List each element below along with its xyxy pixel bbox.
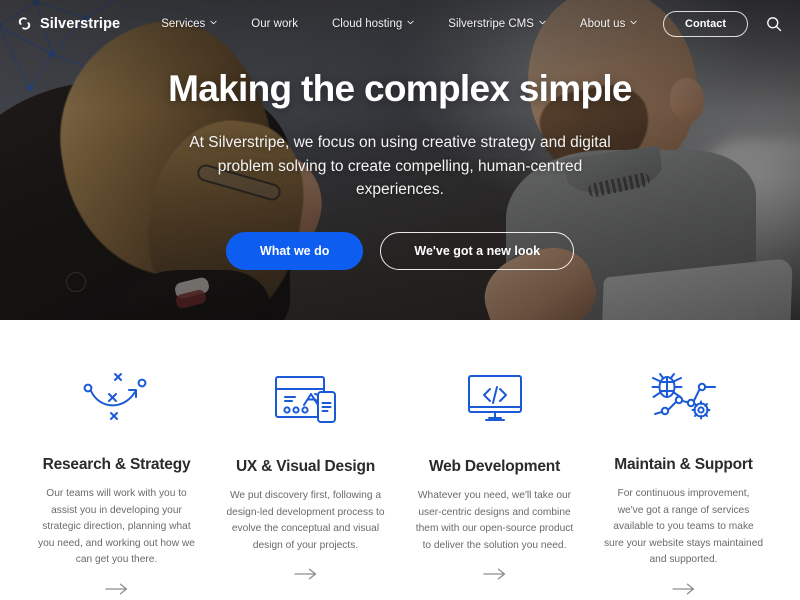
feature-card-ux-visual-design[interactable]: UX & Visual Design We put discovery firs… bbox=[211, 368, 400, 600]
arrow-right-icon bbox=[293, 568, 316, 580]
nav-item-label: Silverstripe CMS bbox=[448, 17, 534, 30]
nav-item-cloud-hosting[interactable]: Cloud hosting bbox=[315, 18, 431, 30]
bug-network-gear-icon bbox=[651, 373, 716, 420]
card-body: For continuous improvement, we've got a … bbox=[603, 488, 764, 566]
main-navigation: Silverstripe Services Our work Cloud hos… bbox=[0, 0, 800, 47]
card-arrow-link[interactable] bbox=[293, 567, 318, 585]
chevron-down-icon bbox=[407, 19, 414, 26]
browser-mobile-design-icon bbox=[274, 376, 336, 423]
what-we-do-button[interactable]: What we do bbox=[225, 232, 364, 271]
card-body: Our teams will work with you to assist y… bbox=[38, 488, 195, 566]
arrow-right-icon bbox=[104, 583, 127, 595]
chevron-down-icon bbox=[630, 19, 637, 26]
silverstripe-logo-icon bbox=[18, 17, 31, 30]
card-body: We put discovery first, following a desi… bbox=[226, 490, 385, 551]
card-title: Maintain & Support bbox=[614, 456, 753, 474]
card-icon-wrap bbox=[80, 368, 154, 428]
chevron-down-icon bbox=[539, 19, 546, 26]
nav-item-about-us[interactable]: About us bbox=[563, 18, 654, 30]
arrow-right-icon bbox=[671, 583, 694, 595]
feature-card-research-strategy[interactable]: Research & Strategy Our teams will work … bbox=[22, 368, 211, 600]
card-title: Web Development bbox=[428, 458, 561, 475]
card-body: Whatever you need, we'll take our user-c… bbox=[415, 490, 574, 551]
card-arrow-link[interactable] bbox=[104, 582, 129, 600]
card-arrow-link[interactable] bbox=[671, 582, 696, 600]
hero-section: Silverstripe Services Our work Cloud hos… bbox=[0, 0, 800, 320]
hero-cta-group: What we do We've got a new look bbox=[225, 232, 575, 271]
nav-item-label: Our work bbox=[251, 17, 298, 30]
site-logo[interactable]: Silverstripe bbox=[16, 16, 120, 32]
card-icon-wrap bbox=[271, 368, 341, 430]
card-icon-wrap bbox=[464, 368, 526, 430]
hero-content: Making the complex simple At Silverstrip… bbox=[0, 0, 800, 320]
contact-button[interactable]: Contact bbox=[663, 10, 748, 37]
card-title: UX & Visual Design bbox=[235, 458, 376, 475]
strategy-playbook-icon bbox=[83, 373, 146, 421]
features-section: Research & Strategy Our teams will work … bbox=[0, 320, 800, 600]
new-look-button[interactable]: We've got a new look bbox=[380, 232, 575, 271]
feature-card-maintain-support[interactable]: Maintain & Support For continuous improv… bbox=[589, 368, 778, 600]
nav-item-silverstripe-cms[interactable]: Silverstripe CMS bbox=[431, 18, 563, 30]
nav-item-services[interactable]: Services bbox=[144, 18, 234, 30]
card-title: Research & Strategy bbox=[42, 456, 191, 474]
nav-item-our-work[interactable]: Our work bbox=[234, 18, 315, 30]
nav-item-label: Services bbox=[161, 17, 206, 30]
hero-title: Making the complex simple bbox=[168, 67, 632, 109]
feature-card-web-development[interactable]: Web Development Whatever you need, we'll… bbox=[400, 368, 589, 600]
card-icon-wrap bbox=[648, 368, 720, 428]
search-button[interactable] bbox=[764, 14, 784, 34]
nav-actions: Contact bbox=[663, 10, 784, 37]
hero-subtitle: At Silverstripe, we focus on using creat… bbox=[189, 134, 611, 199]
nav-item-label: About us bbox=[579, 17, 626, 30]
card-arrow-link[interactable] bbox=[482, 567, 507, 585]
nav-links: Services Our work Cloud hosting Silverst… bbox=[144, 18, 663, 30]
arrow-right-icon bbox=[482, 568, 505, 580]
search-icon bbox=[767, 16, 782, 31]
chevron-down-icon bbox=[210, 19, 217, 26]
nav-item-label: Cloud hosting bbox=[331, 17, 403, 30]
monitor-code-icon bbox=[467, 375, 522, 421]
logo-text: Silverstripe bbox=[40, 15, 121, 32]
